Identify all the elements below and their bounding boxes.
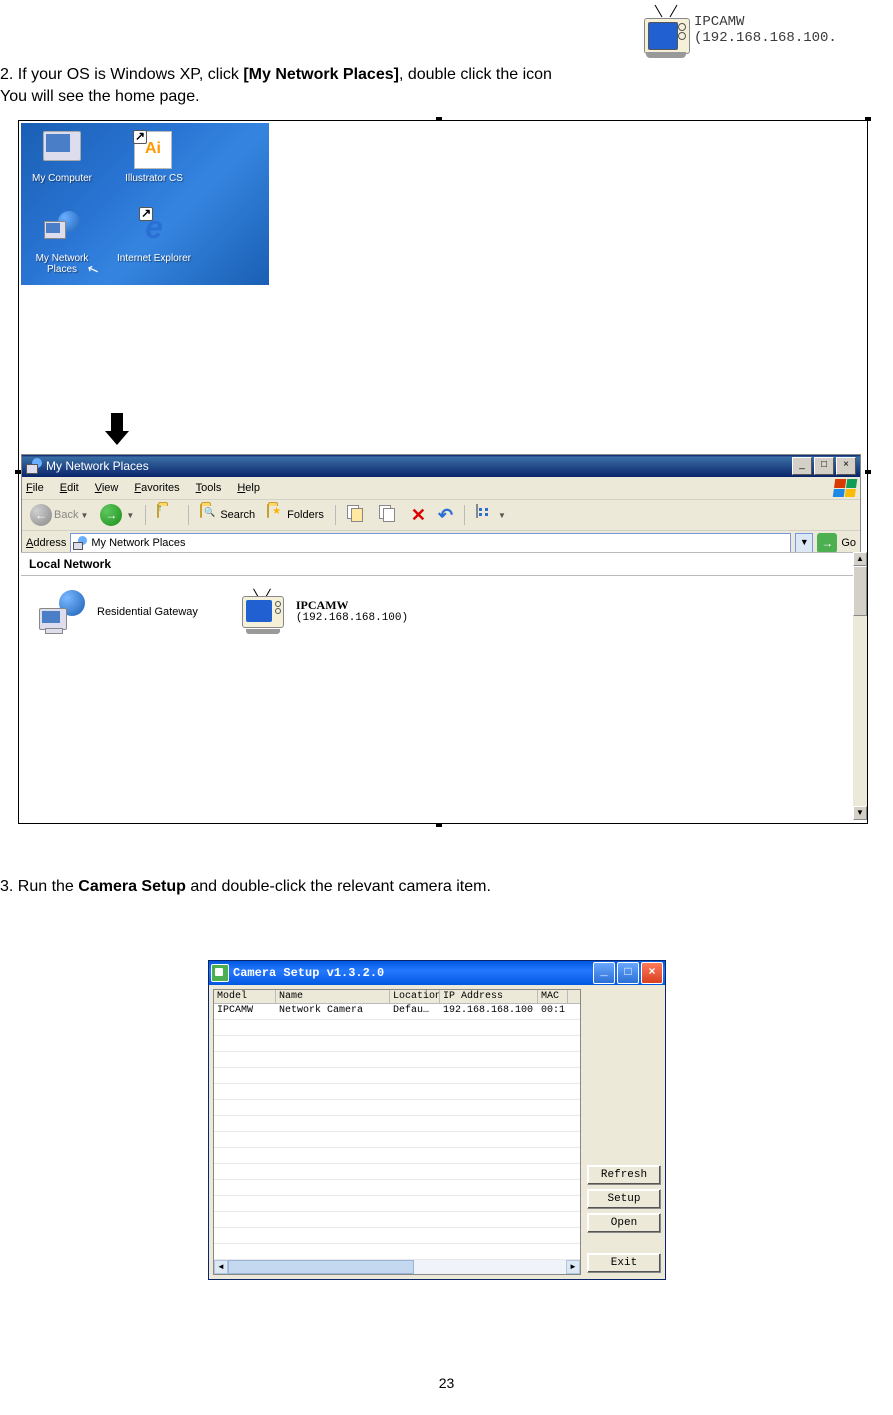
address-input[interactable]: My Network Places bbox=[70, 533, 791, 553]
open-button[interactable]: Open bbox=[587, 1213, 661, 1233]
ipcamw-label: IPCAMW (192.168.168.100. bbox=[694, 14, 837, 46]
views-button[interactable]: ▼ bbox=[472, 503, 510, 527]
ipcamw-icon-top: IPCAMW (192.168.168.100. bbox=[642, 8, 837, 52]
setup-close-button[interactable]: × bbox=[641, 962, 663, 984]
button-column: Refresh Setup Open Exit bbox=[587, 989, 661, 1275]
address-dropdown[interactable]: ▼ bbox=[795, 533, 813, 553]
internet-explorer-shortcut[interactable]: e Internet Explorer bbox=[117, 207, 191, 264]
vertical-scrollbar[interactable]: ▲ ▼ bbox=[853, 552, 867, 820]
screenshot-frame: My Computer Ai Illustrator CS My Network… bbox=[18, 120, 868, 824]
window-icon bbox=[26, 458, 42, 474]
ipcam-icon bbox=[238, 590, 286, 634]
folders-icon bbox=[267, 504, 269, 518]
col-location[interactable]: Location bbox=[390, 990, 440, 1003]
setup-maximize-button[interactable]: □ bbox=[617, 962, 639, 984]
col-ip[interactable]: IP Address bbox=[440, 990, 538, 1003]
forward-button[interactable]: →▼ bbox=[96, 502, 138, 528]
monitor-icon bbox=[43, 131, 81, 161]
maximize-button[interactable]: □ bbox=[814, 457, 834, 475]
illustrator-shortcut[interactable]: Ai Illustrator CS bbox=[117, 127, 191, 184]
search-icon bbox=[200, 504, 202, 518]
ipcamw-item[interactable]: IPCAMW (192.168.168.100) bbox=[238, 590, 408, 634]
camera-grid: Model Name Location IP Address MAC IPCAM… bbox=[213, 989, 581, 1275]
folders-button[interactable]: Folders bbox=[263, 503, 328, 527]
back-arrow-icon: ← bbox=[30, 504, 52, 526]
setup-button[interactable]: Setup bbox=[587, 1189, 661, 1209]
step-3-text: 3. Run the Camera Setup and double-click… bbox=[0, 878, 491, 896]
search-button[interactable]: Search bbox=[196, 503, 259, 527]
views-icon bbox=[476, 504, 478, 518]
undo-icon: ↶ bbox=[438, 505, 453, 526]
menu-favorites[interactable]: Favorites bbox=[134, 482, 179, 494]
gateway-icon bbox=[39, 590, 87, 634]
menu-edit[interactable]: Edit bbox=[60, 482, 79, 494]
grid-header: Model Name Location IP Address MAC bbox=[214, 990, 580, 1004]
explorer-content: Local Network Residential Gateway bbox=[21, 552, 853, 821]
go-label: Go bbox=[841, 537, 856, 549]
my-computer-shortcut[interactable]: My Computer bbox=[25, 127, 99, 184]
menu-view[interactable]: View bbox=[95, 482, 119, 494]
x-icon: ✕ bbox=[411, 506, 426, 524]
go-button[interactable]: → bbox=[817, 533, 837, 553]
move-to-button[interactable] bbox=[343, 503, 371, 527]
exit-button[interactable]: Exit bbox=[587, 1253, 661, 1273]
network-places-small-icon bbox=[73, 536, 87, 550]
down-arrow-graphic bbox=[105, 413, 129, 443]
page-number: 23 bbox=[439, 1375, 455, 1391]
col-name[interactable]: Name bbox=[276, 990, 390, 1003]
col-model[interactable]: Model bbox=[214, 990, 276, 1003]
menu-tools[interactable]: Tools bbox=[196, 482, 222, 494]
ie-icon: e bbox=[136, 211, 172, 247]
forward-arrow-icon: → bbox=[100, 504, 122, 526]
address-label: Address bbox=[26, 537, 66, 549]
windows-flag-icon bbox=[833, 479, 858, 497]
up-button[interactable] bbox=[153, 503, 181, 527]
camera-row[interactable]: IPCAMW Network Camera Defau… 192.168.168… bbox=[214, 1004, 580, 1020]
xp-desktop: My Computer Ai Illustrator CS My Network… bbox=[21, 123, 269, 285]
title-bar[interactable]: My Network Places _ □ × bbox=[22, 455, 860, 477]
minimize-button[interactable]: _ bbox=[792, 457, 812, 475]
menu-bar: File Edit View Favorites Tools Help bbox=[22, 477, 860, 500]
menu-file[interactable]: File bbox=[26, 482, 44, 494]
network-places-icon bbox=[44, 211, 80, 241]
toolbar: ← Back▼ →▼ Search Folders bbox=[22, 500, 860, 531]
folder-up-icon bbox=[157, 504, 159, 518]
window-title: My Network Places bbox=[46, 459, 149, 473]
camera-setup-window: Camera Setup v1.3.2.0 _ □ × Model Name L… bbox=[208, 960, 666, 1280]
step-2-text: 2. If your OS is Windows XP, click [My N… bbox=[0, 64, 893, 108]
menu-help[interactable]: Help bbox=[237, 482, 260, 494]
undo-button[interactable]: ↶ bbox=[434, 503, 457, 528]
setup-minimize-button[interactable]: _ bbox=[593, 962, 615, 984]
refresh-button[interactable]: Refresh bbox=[587, 1165, 661, 1185]
col-mac[interactable]: MAC bbox=[538, 990, 568, 1003]
close-button[interactable]: × bbox=[836, 457, 856, 475]
setup-title-bar[interactable]: Camera Setup v1.3.2.0 _ □ × bbox=[209, 961, 665, 985]
section-header: Local Network bbox=[21, 553, 853, 576]
explorer-window: My Network Places _ □ × File Edit View F… bbox=[21, 454, 861, 557]
back-button[interactable]: ← Back▼ bbox=[26, 502, 92, 528]
tv-icon bbox=[642, 8, 690, 52]
illustrator-icon: Ai bbox=[134, 131, 172, 169]
copy-to-button[interactable] bbox=[375, 503, 403, 527]
delete-button[interactable]: ✕ bbox=[407, 504, 430, 526]
residential-gateway-item[interactable]: Residential Gateway bbox=[39, 590, 198, 634]
grid-horizontal-scrollbar[interactable]: ◄ ► bbox=[214, 1260, 580, 1274]
setup-app-icon bbox=[211, 964, 229, 982]
